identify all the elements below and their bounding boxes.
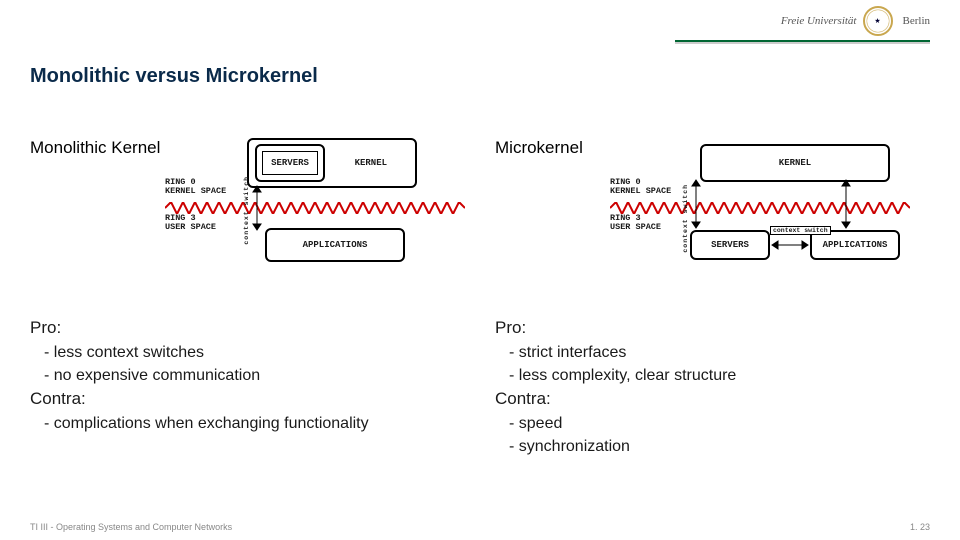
pro-item: - less context switches	[30, 341, 465, 364]
context-switch-horizontal-arrow-icon	[770, 240, 810, 250]
footer-left: TI III - Operating Systems and Computer …	[30, 522, 232, 532]
diagram-microkernel: RING 0 KERNEL SPACE RING 3 USER SPACE KE…	[610, 136, 910, 286]
logo-text-left: Freie Universität	[781, 15, 857, 27]
content-columns: Monolithic Kernel RING 0 KERNEL SPACE RI…	[30, 138, 930, 458]
context-switch-label: context switch	[243, 176, 250, 245]
ring3-label: RING 3 USER SPACE	[165, 214, 216, 233]
contra-item: - speed	[495, 412, 930, 435]
ring0-label: RING 0 KERNEL SPACE	[165, 178, 226, 197]
kernel-label: KERNEL	[779, 158, 811, 168]
context-switch-arrow-icon	[840, 178, 852, 230]
contra-item: - synchronization	[495, 435, 930, 458]
column-monolithic: Monolithic Kernel RING 0 KERNEL SPACE RI…	[30, 138, 465, 458]
contra-heading: Contra:	[30, 387, 465, 412]
pro-item: - no expensive communication	[30, 364, 465, 387]
ring3-line2: USER SPACE	[610, 222, 661, 232]
diagram-monolithic: RING 0 KERNEL SPACE RING 3 USER SPACE KE…	[165, 136, 465, 286]
slide-page: Freie Universität ★ Berlin Monolithic ve…	[0, 0, 960, 540]
university-logo: Freie Universität ★ Berlin	[781, 6, 930, 36]
applications-label: APPLICATIONS	[823, 240, 888, 250]
footer-right: 1. 23	[910, 522, 930, 532]
context-switch-vertical-label: context switch	[682, 184, 689, 253]
contra-item: - complications when exchanging function…	[30, 412, 465, 435]
header-rule-grey	[675, 42, 930, 44]
procon-monolithic: Pro: - less context switches - no expens…	[30, 316, 465, 435]
servers-box: SERVERS	[690, 230, 770, 260]
pro-item: - less complexity, clear structure	[495, 364, 930, 387]
context-switch-horizontal-label: context switch	[770, 226, 831, 235]
servers-box: SERVERS	[255, 144, 325, 182]
applications-box: APPLICATIONS	[265, 228, 405, 262]
ring-boundary-zigzag	[610, 202, 910, 214]
ring3-label: RING 3 USER SPACE	[610, 214, 661, 233]
page-title: Monolithic versus Microkernel	[30, 65, 930, 88]
procon-microkernel: Pro: - strict interfaces - less complexi…	[495, 316, 930, 458]
ring0-line2: KERNEL SPACE	[165, 186, 226, 196]
seal-icon: ★	[863, 6, 893, 36]
pro-heading: Pro:	[495, 316, 930, 341]
servers-label: SERVERS	[271, 158, 309, 168]
kernel-label: KERNEL	[355, 158, 407, 168]
context-switch-arrow-icon	[251, 184, 263, 232]
kernel-box: KERNEL	[700, 144, 890, 182]
pro-heading: Pro:	[30, 316, 465, 341]
context-switch-arrow-icon	[690, 178, 702, 230]
applications-label: APPLICATIONS	[303, 240, 368, 250]
servers-label: SERVERS	[711, 240, 749, 250]
contra-heading: Contra:	[495, 387, 930, 412]
column-microkernel: Microkernel RING 0 KERNEL SPACE RING 3 U…	[495, 138, 930, 458]
ring-boundary-zigzag	[165, 202, 465, 214]
servers-inner: SERVERS	[262, 151, 318, 175]
ring0-line2: KERNEL SPACE	[610, 186, 671, 196]
pro-item: - strict interfaces	[495, 341, 930, 364]
ring3-line2: USER SPACE	[165, 222, 216, 232]
logo-text-right: Berlin	[903, 15, 931, 27]
footer: TI III - Operating Systems and Computer …	[30, 522, 930, 532]
ring0-label: RING 0 KERNEL SPACE	[610, 178, 671, 197]
